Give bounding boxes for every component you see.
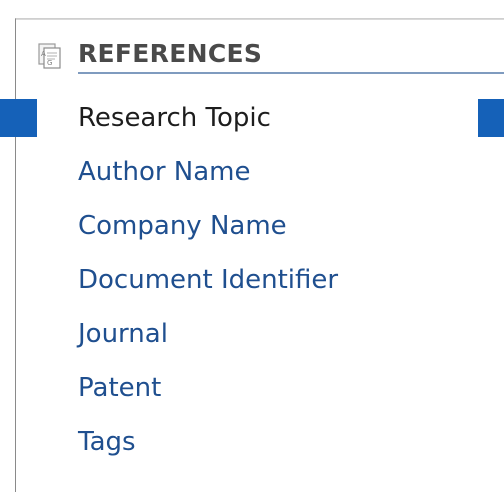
menu-item-journal[interactable]: Journal [0,311,504,365]
panel-top-border [16,19,504,20]
active-marker-right [478,99,504,137]
panel-title: REFERENCES [78,39,263,68]
menu-item-label[interactable]: Research Topic [78,103,271,133]
menu-item-label[interactable]: Patent [78,373,161,403]
menu-item-label[interactable]: Tags [78,427,136,457]
menu-item-tags[interactable]: Tags [0,419,504,473]
panel-header: A G REFERENCES [36,36,504,80]
menu-item-patent[interactable]: Patent [0,365,504,419]
references-document-icon: A G [36,42,64,70]
references-menu: Research Topic Author Name Company Name … [0,95,504,473]
svg-text:A: A [41,50,46,58]
title-underline [78,72,504,74]
active-marker-left [0,99,37,137]
menu-item-company-name[interactable]: Company Name [0,203,504,257]
menu-item-research-topic[interactable]: Research Topic [0,95,504,149]
menu-item-document-identifier[interactable]: Document Identifier [0,257,504,311]
menu-item-label[interactable]: Journal [78,319,168,349]
menu-item-label[interactable]: Document Identifier [78,265,338,295]
svg-text:G: G [47,59,52,67]
menu-item-author-name[interactable]: Author Name [0,149,504,203]
menu-item-label[interactable]: Author Name [78,157,251,187]
menu-item-label[interactable]: Company Name [78,211,287,241]
